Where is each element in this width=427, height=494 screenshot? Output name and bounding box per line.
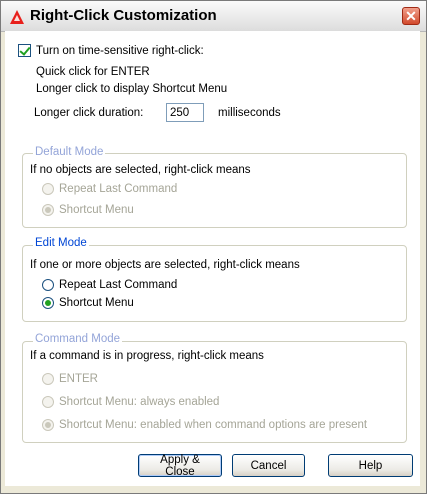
radio-button[interactable] [42,279,54,291]
dialog-title: Right-Click Customization [30,7,217,24]
longer-click-text: Longer click to display Shortcut Menu [36,83,228,95]
radio-label: Repeat Last Command [59,279,178,291]
edit-repeat-last-radio[interactable]: Repeat Last Command [42,279,177,291]
default-mode-description: If no objects are selected, right-click … [30,164,251,176]
radio-button[interactable] [42,419,54,431]
radio-label: Repeat Last Command [59,183,178,195]
time-sensitive-checkbox[interactable] [18,44,31,57]
radio-label: Shortcut Menu: enabled when command opti… [59,419,368,431]
radio-label: Shortcut Menu [59,204,134,216]
help-button[interactable]: Help [328,454,413,477]
radio-button[interactable] [42,297,54,309]
radio-button[interactable] [42,204,54,216]
autocad-a-icon [10,10,24,24]
close-icon: ✕ [405,7,417,24]
command-mode-legend: Command Mode [33,333,123,345]
duration-label: Longer click duration: [34,107,144,119]
default-repeat-last-radio[interactable]: Repeat Last Command [42,183,177,195]
radio-label: ENTER [59,373,98,385]
quick-click-text: Quick click for ENTER [36,66,150,78]
default-mode-legend: Default Mode [33,146,106,158]
edit-shortcut-menu-radio[interactable]: Shortcut Menu [42,297,134,309]
time-sensitive-label: Turn on time-sensitive right-click: [36,44,204,57]
cancel-button[interactable]: Cancel [232,454,305,477]
title-bar[interactable]: Right-Click Customization ✕ [1,1,426,32]
radio-button[interactable] [42,373,54,385]
apply-close-button[interactable]: Apply & Close [138,454,222,478]
edit-mode-legend: Edit Mode [33,237,89,249]
radio-button[interactable] [42,396,54,408]
duration-input[interactable] [166,103,204,122]
duration-unit: milliseconds [218,107,281,119]
edit-mode-description: If one or more objects are selected, rig… [30,259,300,271]
command-mode-description: If a command is in progress, right-click… [30,350,264,362]
command-enter-radio[interactable]: ENTER [42,373,98,385]
command-shortcut-options-radio[interactable]: Shortcut Menu: enabled when command opti… [42,419,367,431]
close-button[interactable]: ✕ [402,7,420,25]
command-shortcut-always-radio[interactable]: Shortcut Menu: always enabled [42,396,219,408]
radio-label: Shortcut Menu: always enabled [59,396,220,408]
default-shortcut-menu-radio[interactable]: Shortcut Menu [42,204,134,216]
radio-button[interactable] [42,183,54,195]
radio-label: Shortcut Menu [59,297,134,309]
time-sensitive-toggle[interactable]: Turn on time-sensitive right-click: [18,44,204,57]
